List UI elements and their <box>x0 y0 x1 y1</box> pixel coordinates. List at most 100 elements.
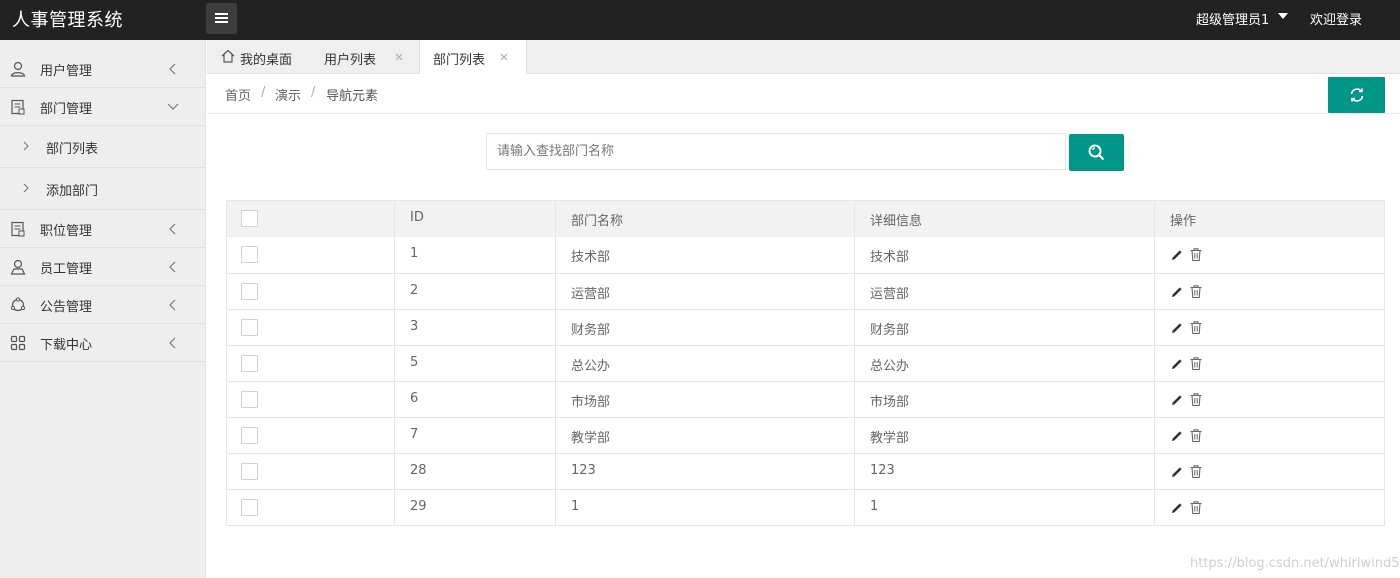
chevron-left-icon <box>169 299 176 311</box>
top-bar: 人事管理系统 超级管理员1 欢迎登录 <box>0 0 1400 40</box>
edit-icon[interactable] <box>1170 321 1184 335</box>
edit-icon[interactable] <box>1170 285 1184 299</box>
header-cell: ID <box>394 201 555 237</box>
department-table: ID 部门名称 详细信息 操作 1 技术部 技术部 2 运营部 运营部 3 财务部 财务部 5 总公… <box>226 200 1385 526</box>
select-cell <box>227 418 394 454</box>
row-checkbox[interactable] <box>241 355 258 372</box>
close-icon[interactable] <box>499 52 509 62</box>
row-checkbox[interactable] <box>241 499 258 516</box>
tab-my-desktop[interactable]: 我的桌面 <box>207 40 311 74</box>
department-search-input[interactable] <box>486 133 1066 170</box>
actions-cell <box>1154 274 1386 310</box>
refresh-button[interactable] <box>1328 77 1385 113</box>
delete-icon[interactable] <box>1189 356 1203 371</box>
table-cell: 总公办 <box>854 346 1154 382</box>
row-checkbox[interactable] <box>241 283 258 300</box>
table-row: 28 123 123 <box>227 453 1386 490</box>
user-icon <box>10 61 26 77</box>
delete-icon[interactable] <box>1189 320 1203 335</box>
caret-down-icon[interactable] <box>1278 13 1288 19</box>
table-cell: 3 <box>394 310 555 346</box>
sidebar-item-positions[interactable]: 职位管理 <box>0 210 205 248</box>
cell-name: 1 <box>571 499 580 514</box>
sidebar-item-departments[interactable]: 部门管理 <box>0 88 205 126</box>
actions-cell <box>1154 237 1386 273</box>
sidebar-item-employees[interactable]: 员工管理 <box>0 248 205 286</box>
edit-icon[interactable] <box>1170 501 1184 515</box>
table-cell: 1 <box>854 490 1154 526</box>
users-icon <box>10 259 26 275</box>
cell-name: 技术部 <box>571 250 611 265</box>
menu-toggle-button[interactable] <box>206 3 237 34</box>
edit-icon[interactable] <box>1170 357 1184 371</box>
cell-id: 28 <box>410 463 427 478</box>
select-cell <box>227 346 394 382</box>
table-cell: 教学部 <box>854 418 1154 454</box>
tab-user-list[interactable]: 用户列表 <box>311 40 419 74</box>
refresh-icon <box>1350 88 1364 102</box>
edit-icon[interactable] <box>1170 429 1184 443</box>
table-cell: 技术部 <box>555 237 854 273</box>
cell-name: 财务部 <box>571 323 611 338</box>
delete-icon[interactable] <box>1189 464 1203 479</box>
table-header-row: ID 部门名称 详细信息 操作 <box>227 201 1384 237</box>
delete-icon[interactable] <box>1189 392 1203 407</box>
cell-id: 29 <box>410 499 427 514</box>
table-cell: 1 <box>555 490 854 526</box>
delete-icon[interactable] <box>1189 247 1203 262</box>
row-checkbox[interactable] <box>241 463 258 480</box>
delete-icon[interactable] <box>1189 500 1203 515</box>
delete-icon[interactable] <box>1189 284 1203 299</box>
table-row: 3 财务部 财务部 <box>227 309 1384 346</box>
table-cell: 总公办 <box>555 346 854 382</box>
search-button[interactable] <box>1069 134 1124 171</box>
select-cell <box>227 382 394 418</box>
actions-cell <box>1154 454 1386 490</box>
home-icon <box>221 49 235 63</box>
breadcrumb-item-home[interactable]: 首页 <box>225 85 251 104</box>
breadcrumb-item-demo[interactable]: 演示 <box>275 85 301 104</box>
sidebar-item-announcements[interactable]: 公告管理 <box>0 286 205 324</box>
cell-id: 5 <box>410 355 419 370</box>
cell-name: 123 <box>571 463 596 478</box>
delete-icon[interactable] <box>1189 428 1203 443</box>
chevron-right-icon <box>23 183 29 193</box>
app-title: 人事管理系统 <box>12 10 123 31</box>
tab-department-list[interactable]: 部门列表 <box>419 40 527 75</box>
sidebar-subitem-department-list[interactable]: 部门列表 <box>0 126 205 168</box>
edit-icon[interactable] <box>1170 248 1184 262</box>
column-header-actions: 操作 <box>1170 214 1197 229</box>
close-icon[interactable] <box>394 52 404 62</box>
table-cell: 1 <box>394 237 555 273</box>
table-row: 6 市场部 市场部 <box>227 381 1384 418</box>
cell-detail: 总公办 <box>870 359 910 374</box>
row-checkbox[interactable] <box>241 391 258 408</box>
table-cell: 市场部 <box>555 382 854 418</box>
chevron-left-icon <box>169 223 176 235</box>
cell-name: 总公办 <box>571 359 611 374</box>
chevron-left-icon <box>169 261 176 273</box>
row-checkbox[interactable] <box>241 246 258 263</box>
row-checkbox[interactable] <box>241 427 258 444</box>
logout-link[interactable]: 欢迎登录 <box>1310 9 1362 28</box>
grid-icon <box>10 335 26 351</box>
edit-icon[interactable] <box>1170 393 1184 407</box>
cell-id: 2 <box>410 283 419 298</box>
admin-menu[interactable]: 超级管理员1 <box>1196 9 1269 28</box>
cell-detail: 123 <box>870 463 895 478</box>
table-cell: 运营部 <box>555 274 854 310</box>
table-cell: 28 <box>394 454 555 490</box>
row-checkbox[interactable] <box>241 319 258 336</box>
sidebar-item-label: 部门管理 <box>40 102 93 117</box>
select-all-checkbox[interactable] <box>241 210 258 227</box>
chevron-down-icon <box>167 103 179 110</box>
sidebar-item-users[interactable]: 用户管理 <box>0 50 205 88</box>
document-icon <box>11 221 25 237</box>
actions-cell <box>1154 418 1386 454</box>
cell-detail: 教学部 <box>870 431 910 446</box>
table-cell: 7 <box>394 418 555 454</box>
sidebar-subitem-add-department[interactable]: 添加部门 <box>0 168 205 210</box>
select-cell <box>227 310 394 346</box>
edit-icon[interactable] <box>1170 465 1184 479</box>
sidebar-item-downloads[interactable]: 下载中心 <box>0 324 205 362</box>
